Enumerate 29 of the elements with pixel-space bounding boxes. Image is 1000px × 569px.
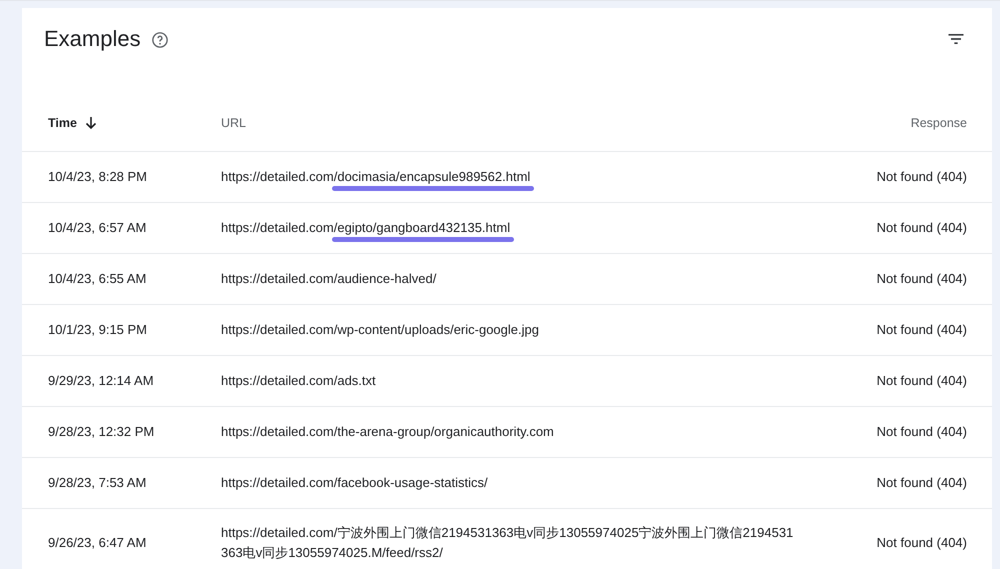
url-text: https://detailed.com/宁波外围上门微信2194531363电v同步13055974025宁波外围上门微信2194531363电v同步13055974025.M/feed/rss2/: [221, 525, 794, 560]
time-cell-text: 10/4/23, 6:55 AM: [48, 270, 146, 288]
response-cell-text: Not found (404): [876, 321, 967, 339]
response-cell-text: Not found (404): [876, 423, 967, 441]
time-cell-text: 10/4/23, 8:28 PM: [48, 168, 148, 186]
time-column-header[interactable]: Time: [48, 116, 97, 130]
response-cell-text: Not found (404): [876, 270, 967, 288]
url-text: https://detailed.com/audience-halved/: [221, 271, 436, 286]
url-text: https://detailed.com/ads.txt: [221, 373, 376, 388]
url-text: https://detailed.com/egipto/gangboard432135.html: [221, 220, 510, 235]
url-text: https://detailed.com/docimasia/encapsule989562.html: [221, 169, 530, 184]
time-cell-text: 9/28/23, 7:53 AM: [48, 474, 146, 492]
response-cell-text: Not found (404): [876, 168, 967, 186]
help-icon[interactable]: [150, 31, 169, 49]
time-cell-text: 9/29/23, 12:14 AM: [48, 372, 154, 390]
url-column-header: URL: [221, 116, 246, 130]
url-text: https://detailed.com/facebook-usage-statistics/: [221, 475, 488, 490]
time-cell-text: 9/26/23, 6:47 AM: [48, 534, 146, 552]
response-cell-text: Not found (404): [876, 474, 967, 492]
response-cell-text: Not found (404): [876, 372, 967, 390]
response-column-header: Response: [910, 116, 967, 130]
time-cell-text: 10/1/23, 9:15 PM: [48, 321, 148, 339]
time-cell-text: 10/4/23, 6:57 AM: [48, 219, 146, 237]
card-title: Examples: [44, 26, 141, 52]
time-cell-text: 9/28/23, 12:32 PM: [48, 423, 154, 441]
response-cell-text: Not found (404): [876, 219, 967, 237]
url-text: https://detailed.com/wp-content/uploads/eric-google.jpg: [221, 322, 539, 337]
response-cell-text: Not found (404): [876, 534, 967, 552]
url-text: https://detailed.com/the-arena-group/organicauthority.com: [221, 424, 554, 439]
